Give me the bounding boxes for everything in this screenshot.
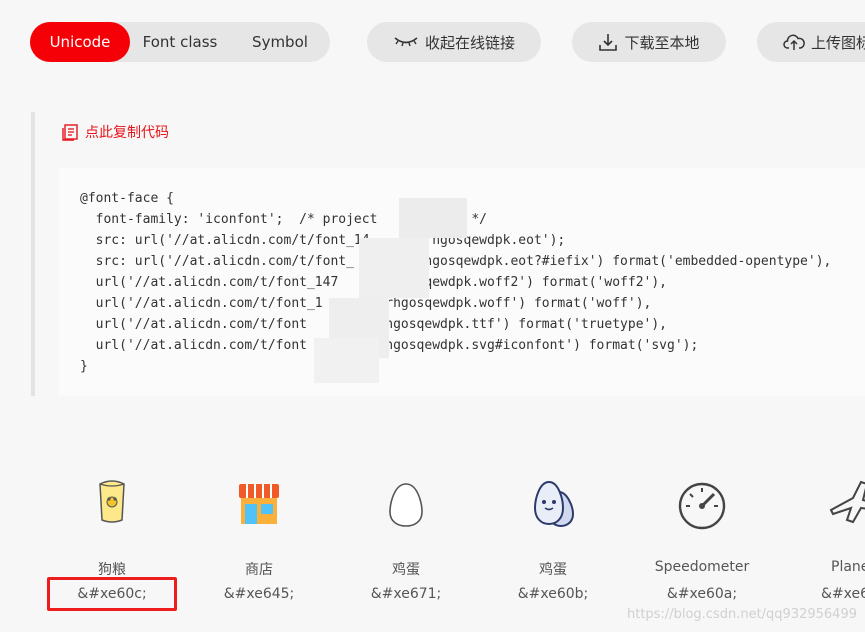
- icon-name: Speedometer: [654, 559, 750, 575]
- code-line: src: url('//at.alicdn.com/t/font_ 53_rhg…: [80, 254, 832, 269]
- watermark: https://blog.csdn.net/qq932956499: [626, 607, 857, 622]
- redaction-mosaic: [399, 198, 467, 238]
- icon-code: &#xe671;: [370, 586, 442, 602]
- format-tabs: Unicode Font class Symbol: [30, 22, 330, 62]
- code-line: @font-face {: [80, 191, 174, 206]
- copy-code-link[interactable]: 点此复制代码: [61, 122, 169, 142]
- icon-card[interactable]: Speedometer &#xe60a;: [627, 470, 777, 620]
- icon-card[interactable]: 商店 &#xe645;: [184, 470, 334, 620]
- code-line: url('//at.alicdn.com/t/font _rhgosqewdpk…: [80, 338, 699, 353]
- plane-icon: [829, 480, 865, 524]
- download-icon: [599, 34, 618, 51]
- tab-font-class[interactable]: Font class: [130, 22, 230, 62]
- upload-icon-label: 上传图标: [811, 33, 865, 52]
- code-line: src: url('//at.alicdn.com/t/font_14 _rhg…: [80, 233, 566, 248]
- speedometer-icon: [678, 482, 726, 530]
- icon-card[interactable]: 狗粮 &#xe60c;: [37, 470, 187, 620]
- download-button[interactable]: 下载至本地: [572, 22, 726, 62]
- collapse-links-button[interactable]: 收起在线链接: [367, 22, 541, 62]
- tab-unicode[interactable]: Unicode: [30, 22, 130, 62]
- upload-icon-button[interactable]: 上传图标: [757, 22, 865, 62]
- download-label: 下载至本地: [624, 33, 700, 52]
- shop-icon: [239, 484, 279, 524]
- collapse-links-label: 收起在线链接: [424, 33, 515, 52]
- redaction-mosaic: [359, 238, 429, 298]
- icon-name: 鸡蛋: [392, 562, 420, 578]
- icon-card[interactable]: Plane &#xe60: [775, 470, 865, 620]
- redaction-mosaic: [314, 338, 379, 383]
- icon-code: &#xe645;: [223, 586, 295, 602]
- icon-name: 狗粮: [98, 562, 126, 578]
- iconfont-usage-page: Unicode Font class Symbol 收起在线链接 下载至本地 上…: [0, 0, 865, 632]
- icon-code: &#xe60b;: [517, 586, 589, 602]
- icon-code: &#xe60c;: [77, 586, 147, 602]
- egg-outline-icon: [389, 483, 423, 527]
- icon-name: 鸡蛋: [539, 562, 567, 578]
- icon-code: &#xe60: [821, 586, 865, 602]
- icon-card[interactable]: 鸡蛋 &#xe60b;: [478, 470, 628, 620]
- dog-food-icon: [99, 480, 125, 523]
- icon-code: &#xe60a;: [666, 586, 738, 602]
- eye-closed-icon: [394, 37, 418, 47]
- cloud-upload-icon: [783, 34, 805, 50]
- icon-name: 商店: [245, 562, 273, 578]
- code-block: @font-face { font-family: 'iconfont'; /*…: [59, 168, 865, 396]
- code-section: 点此复制代码 @font-face { font-family: 'iconfo…: [31, 112, 865, 396]
- icon-name: Plane: [831, 559, 865, 575]
- icon-card[interactable]: 鸡蛋 &#xe671;: [331, 470, 481, 620]
- copy-document-icon: [62, 124, 78, 141]
- copy-code-label: 点此复制代码: [85, 125, 169, 141]
- tab-symbol[interactable]: Symbol: [230, 22, 330, 62]
- code-line: }: [80, 359, 88, 374]
- egg-face-icon: [533, 480, 575, 528]
